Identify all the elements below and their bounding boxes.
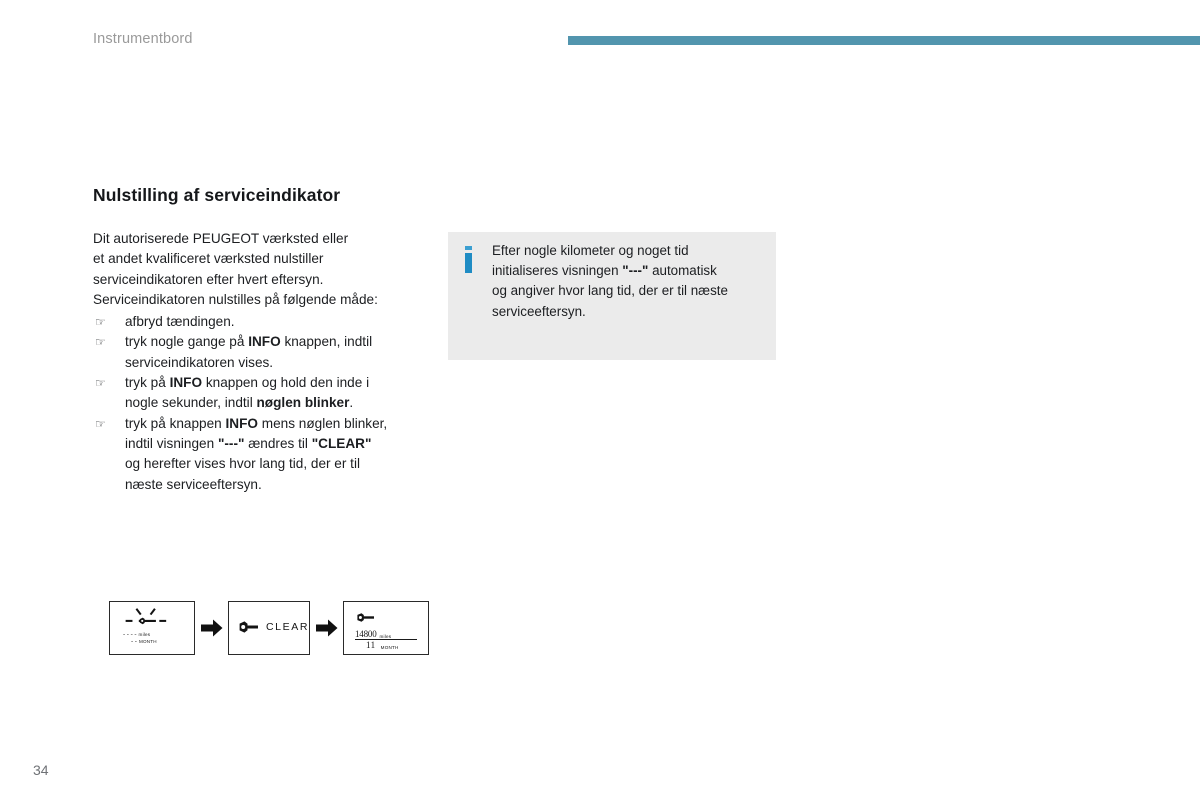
panel3-distance-unit: miles [379,634,392,639]
list-item-text: tryk på knappen INFO mens nøglen blinker… [125,414,443,495]
list-item-text: afbryd tændingen. [125,312,443,332]
list-item: ☞ afbryd tændingen. [93,312,443,332]
intro-line: et andet kvalificeret værksted nulstille… [93,251,324,267]
text-line: tryk på INFO knappen og hold den inde i [125,375,370,391]
panel3-months-unit: MONTH [380,645,399,650]
arrow-right-icon [315,619,337,637]
arrow-right-icon [200,619,222,637]
pointing-hand-icon: ☞ [95,335,106,350]
panel1-display: - - - - miles - - MONTH [123,631,157,645]
panel1-months-unit: MONTH [138,639,157,644]
text-line: næste serviceeftersyn. [125,476,262,492]
intro-line: Serviceindikatoren nulstilles på følgend… [93,291,378,307]
text-line: og angiver hvor lang tid, der er til næs… [492,283,728,299]
intro-line: serviceindikatoren efter hvert eftersyn. [93,271,324,287]
list-item-text: tryk på INFO knappen og hold den inde i n… [125,373,443,414]
intro-paragraph: Dit autoriserede PEUGEOT værksted eller … [93,229,443,310]
header-rule [568,36,1200,45]
running-header: Instrumentbord [93,31,193,47]
wrench-icon [239,621,258,633]
info-icon [465,246,473,274]
text-line: serviceeftersyn. [492,303,586,319]
text-line: og herefter vises hvor lang tid, der er … [125,456,360,472]
info-callout: Efter nogle kilometer og noget tid initia… [448,232,776,360]
panel1-distance-value: - - - - [123,631,137,638]
body-column: Dit autoriserede PEUGEOT værksted eller … [93,229,443,495]
intro-line: Dit autoriserede PEUGEOT værksted eller [93,231,349,246]
pointing-hand-icon: ☞ [95,416,106,431]
info-callout-text: Efter nogle kilometer og noget tid initia… [492,241,767,322]
list-item: ☞ tryk nogle gange på INFO knappen, indti… [93,332,443,373]
text-line: indtil visningen "---" ændres til "CLEAR… [125,435,372,451]
text-line: initialiseres visningen "---" automatisk [492,263,717,279]
page-number: 34 [33,762,49,778]
text-line: tryk på knappen INFO mens nøglen blinker… [125,415,388,431]
text-line: serviceindikatoren vises. [125,354,274,370]
manual-page: Instrumentbord Nulstilling af serviceind… [0,0,1200,800]
blinking-wrench-icon [125,608,167,625]
text-line: afbryd tændingen. [125,314,235,330]
panel1-months-value: - - [131,638,137,645]
panel3-distance-value: 14800 [355,629,377,639]
panel2-clear-label: CLEAR [266,621,310,633]
diagram-arrow-1 [195,619,228,637]
list-item-text: tryk nogle gange på INFO knappen, indtil… [125,332,443,373]
panel3-months-value: 11 [366,640,376,650]
pointing-hand-icon: ☞ [95,315,106,330]
text-line: tryk nogle gange på INFO knappen, indtil [125,334,373,350]
list-item: ☞ tryk på knappen INFO mens nøglen blinke… [93,414,443,495]
panel1-distance-unit: miles [138,632,151,637]
text-line: nogle sekunder, indtil nøglen blinker. [125,395,354,411]
list-item: ☞ tryk på INFO knappen og hold den inde i… [93,373,443,414]
page-title: Nulstilling af serviceindikator [93,184,341,205]
diagram-panel-result: 14800 miles 11 MONTH [343,601,429,655]
procedure-diagram: - - - - miles - - MONTH CLEAR 14800 mile… [109,601,429,655]
wrench-icon [357,613,374,622]
procedure-list: ☞ afbryd tændingen. ☞ tryk nogle gange på I… [93,312,443,495]
diagram-arrow-2 [310,619,343,637]
diagram-panel-blinking-service: - - - - miles - - MONTH [109,601,195,655]
pointing-hand-icon: ☞ [95,376,106,391]
diagram-panel-clear: CLEAR [228,601,310,655]
text-line: Efter nogle kilometer og noget tid [492,243,689,258]
